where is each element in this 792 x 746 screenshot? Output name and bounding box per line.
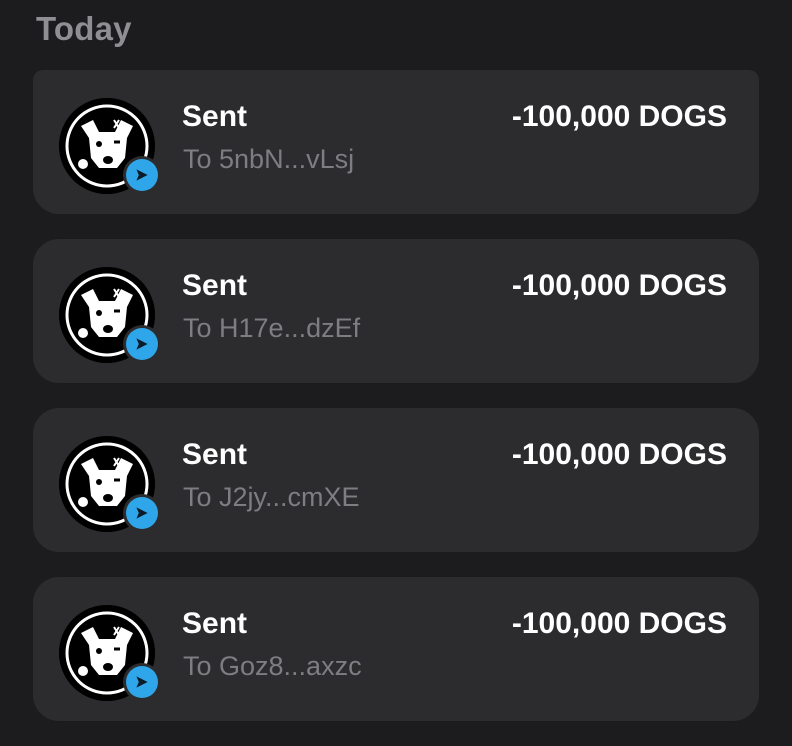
telegram-send-icon	[126, 666, 158, 698]
token-avatar	[59, 605, 161, 701]
transaction-recipient: To J2jy...cmXE	[183, 482, 360, 512]
badge-ring	[123, 494, 161, 532]
transaction-amount: -100,000 DOGS	[511, 269, 727, 302]
transaction-item[interactable]: Sent To J2jy...cmXE -100,000 DOGS	[33, 408, 759, 552]
transaction-title: Sent	[182, 100, 248, 133]
telegram-send-icon	[126, 328, 158, 360]
transaction-title: Sent	[182, 269, 248, 302]
badge-ring	[123, 663, 161, 701]
token-avatar	[59, 98, 161, 194]
section-header-today: Today	[36, 10, 132, 47]
badge-ring	[123, 325, 161, 363]
token-avatar	[59, 436, 161, 532]
transaction-title: Sent	[182, 438, 248, 471]
transaction-list: Sent To 5nbN...vLsj -100,000 DOGS Sent T…	[33, 70, 759, 746]
transaction-recipient: To Goz8...axzc	[183, 651, 362, 681]
transaction-amount: -100,000 DOGS	[511, 607, 727, 640]
transaction-item[interactable]: Sent To H17e...dzEf -100,000 DOGS	[33, 239, 759, 383]
transaction-item[interactable]: Sent To Goz8...axzc -100,000 DOGS	[33, 577, 759, 721]
transaction-recipient: To 5nbN...vLsj	[183, 144, 355, 174]
transaction-amount: -100,000 DOGS	[511, 100, 727, 133]
transaction-recipient: To H17e...dzEf	[183, 313, 361, 343]
transaction-item[interactable]: Sent To 5nbN...vLsj -100,000 DOGS	[33, 70, 759, 214]
telegram-send-icon	[126, 159, 158, 191]
transaction-title: Sent	[182, 607, 248, 640]
telegram-send-icon	[126, 497, 158, 529]
token-avatar	[59, 267, 161, 363]
transaction-amount: -100,000 DOGS	[511, 438, 727, 471]
badge-ring	[123, 156, 161, 194]
